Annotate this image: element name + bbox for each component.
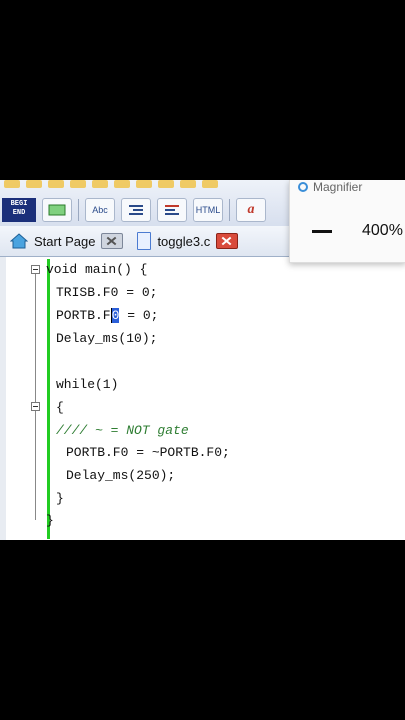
code-line: PORTB.F0 = 0; (56, 304, 158, 327)
indent-button[interactable] (121, 198, 151, 222)
code-line: Delay_ms(10); (56, 331, 158, 346)
html-button[interactable]: HTML (193, 198, 223, 222)
toolbar-icon[interactable] (202, 180, 218, 188)
toolbar-row: BEGI END Abc HTML a (0, 196, 266, 224)
home-icon (10, 233, 28, 249)
a-label: a (247, 202, 255, 217)
toolbar-icon[interactable] (70, 180, 86, 188)
fold-toggle[interactable] (31, 402, 40, 411)
indent-icon (129, 205, 143, 215)
magnifier-title: Magnifier (298, 180, 363, 194)
outdent-button[interactable] (157, 198, 187, 222)
outdent-icon (165, 205, 179, 215)
close-tab-button[interactable] (216, 233, 239, 249)
document-icon (137, 232, 152, 250)
code-line: TRISB.F0 = 0; (56, 285, 158, 300)
toolbar-separator (229, 199, 230, 221)
abc-button[interactable]: Abc (85, 198, 115, 222)
toolbar-icon[interactable] (136, 180, 152, 188)
code-line: PORTB.F0 = ~PORTB.F0; (66, 445, 230, 460)
tab-start-page[interactable]: Start Page (0, 229, 127, 253)
toolbar-icon[interactable] (114, 180, 130, 188)
close-tab-button[interactable] (101, 233, 124, 249)
tab-toggle3[interactable]: toggle3.c (127, 229, 242, 253)
html-label: HTML (195, 205, 221, 215)
code-line: { (56, 400, 64, 415)
toolbar-icon[interactable] (180, 180, 196, 188)
zoom-out-button[interactable] (312, 230, 332, 233)
zoom-level: 400% (362, 222, 403, 239)
tab-label: Start Page (34, 233, 96, 249)
toolbar-separator (78, 199, 79, 221)
insert-block-button[interactable] (42, 198, 72, 222)
code-editor[interactable]: void main() { TRISB.F0 = 0; PORTB.F0 = 0… (0, 257, 405, 540)
code-line: void main() { (46, 262, 148, 277)
begin-end-button[interactable]: BEGI END (2, 198, 36, 222)
fold-line (35, 411, 36, 497)
code-text: PORTB.F (56, 308, 111, 323)
abc-label: Abc (92, 205, 108, 215)
fold-toggle[interactable] (31, 265, 40, 274)
block-icon (48, 204, 66, 216)
code-line: while(1) (56, 377, 119, 392)
code-text: = 0; (119, 308, 159, 323)
code-line: } (56, 491, 64, 506)
ide-window: BEGI END Abc HTML a Start Page toggle3.c… (0, 180, 405, 540)
tab-label: toggle3.c (157, 233, 211, 249)
format-a-button[interactable]: a (236, 198, 266, 222)
toolbar-icon[interactable] (26, 180, 42, 188)
toolbar-icon[interactable] (4, 180, 20, 188)
toolbar-icon[interactable] (158, 180, 174, 188)
magnifier-window[interactable]: Magnifier 400% (289, 180, 405, 263)
code-line: } (46, 513, 54, 528)
toolbar-icon[interactable] (92, 180, 108, 188)
toolbar-strip (0, 180, 304, 189)
magnifier-icon (298, 181, 308, 192)
code-line: Delay_ms(250); (66, 468, 176, 483)
magnifier-title-label: Magnifier (313, 180, 363, 194)
modified-lines-indicator (47, 259, 50, 539)
toolbar-icon[interactable] (48, 180, 64, 188)
code-comment: //// ~ = NOT gate (56, 423, 189, 438)
